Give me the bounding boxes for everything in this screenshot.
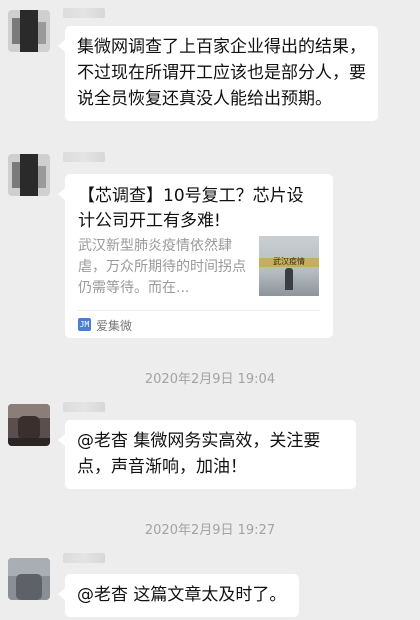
source-icon: JM [78,318,91,331]
card-divider [78,310,320,311]
sender-name [63,553,105,563]
avatar[interactable] [8,154,50,196]
sender-name [63,402,105,412]
article-summary: 武汉新型肺炎疫情依然肆虐，万众所期待的时间拐点仍需等待。而在... [78,238,246,296]
message-text: @老杳 这篇文章太及时了。 [77,585,287,605]
thumbnail-caption: 武汉疫情 [273,257,305,266]
article-thumbnail: 武汉疫情 [259,236,319,296]
message-bubble[interactable]: @老杳 集微网务实高效，关注要点，声音渐响，加油！ [58,420,356,489]
message-text: @老杳 集微网务实高效，关注要点，声音渐响，加油！ [77,431,321,477]
avatar[interactable] [8,558,50,600]
message-bubble[interactable]: 集微网调查了上百家企业得出的结果，不过现在所谓开工应该也是部分人，要说全员恢复还… [58,26,378,121]
message-bubble[interactable]: @老杳 这篇文章太及时了。 [57,574,300,617]
avatar[interactable] [8,404,50,446]
message-text: 集微网调查了上百家企业得出的结果，不过现在所谓开工应该也是部分人，要说全员恢复还… [77,37,366,109]
timestamp: 2020年2月9日 19:27 [144,523,276,538]
sender-name [63,8,105,18]
article-title: 【芯调查】10号复工？芯片设计公司开工有多难! [78,186,304,231]
article-source: 爱集微 [96,319,133,333]
article-card[interactable]: 【芯调查】10号复工？芯片设计公司开工有多难! 武汉新型肺炎疫情依然肆虐，万众所… [58,174,333,338]
sender-name [63,152,105,162]
avatar[interactable] [8,10,50,52]
timestamp: 2020年2月9日 19:04 [144,372,276,387]
